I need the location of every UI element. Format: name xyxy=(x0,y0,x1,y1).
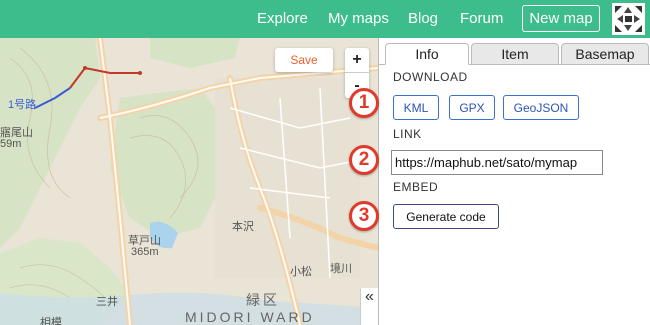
map-label-road: 境川 xyxy=(330,263,352,275)
info-panel: Info Item Basemap DOWNLOAD KML GPX GeoJS… xyxy=(378,38,650,325)
tab-item[interactable]: Item xyxy=(471,43,559,65)
embed-heading: EMBED xyxy=(393,180,439,194)
tab-basemap[interactable]: Basemap xyxy=(561,43,649,65)
map-label-route: 1号路 xyxy=(8,99,37,111)
callout-marker-1: 1 xyxy=(349,88,379,118)
callout-marker-3: 3 xyxy=(349,201,379,231)
download-heading: DOWNLOAD xyxy=(393,70,468,84)
link-heading: LINK xyxy=(393,127,422,141)
map-label-road: 三井 xyxy=(96,296,118,308)
collapse-panel-button[interactable]: « xyxy=(360,288,378,325)
nav-explore[interactable]: Explore xyxy=(257,10,308,27)
map-view[interactable]: 1号路 寤尾山 59m 草戸山 365m 本沢 小松 境川 三井 相模 緑区 M… xyxy=(0,38,378,325)
download-kml-button[interactable]: KML xyxy=(393,95,439,120)
map-label-elevation: 365m xyxy=(131,246,159,258)
download-gpx-button[interactable]: GPX xyxy=(449,95,495,120)
zoom-in-button[interactable]: + xyxy=(345,48,369,73)
map-label-elevation: 59m xyxy=(0,138,22,150)
double-chevron-left-icon: « xyxy=(365,288,374,305)
map-link-field[interactable] xyxy=(391,150,603,175)
panel-tabs: Info Item Basemap xyxy=(379,38,650,65)
identicon-icon xyxy=(612,3,645,35)
map-label-river: 本沢 xyxy=(232,221,254,233)
map-label-road: 相模 xyxy=(40,317,62,325)
nav-blog[interactable]: Blog xyxy=(408,10,438,27)
tab-info[interactable]: Info xyxy=(385,43,469,65)
map-label-ward: 緑区 xyxy=(246,292,280,308)
download-geojson-button[interactable]: GeoJSON xyxy=(503,95,579,120)
map-label-ward: MIDORI WARD xyxy=(185,309,315,325)
nav-my-maps[interactable]: My maps xyxy=(328,10,389,27)
callout-marker-2: 2 xyxy=(349,145,379,175)
new-map-button[interactable]: New map xyxy=(522,5,600,32)
map-label-road: 小松 xyxy=(290,266,312,278)
nav-forum[interactable]: Forum xyxy=(460,10,503,27)
save-button[interactable]: Save xyxy=(275,48,333,72)
avatar[interactable] xyxy=(612,3,645,35)
top-navigation-bar: Explore My maps Blog Forum New map xyxy=(0,0,650,38)
map-tiles xyxy=(0,38,378,325)
generate-code-button[interactable]: Generate code xyxy=(393,204,499,229)
